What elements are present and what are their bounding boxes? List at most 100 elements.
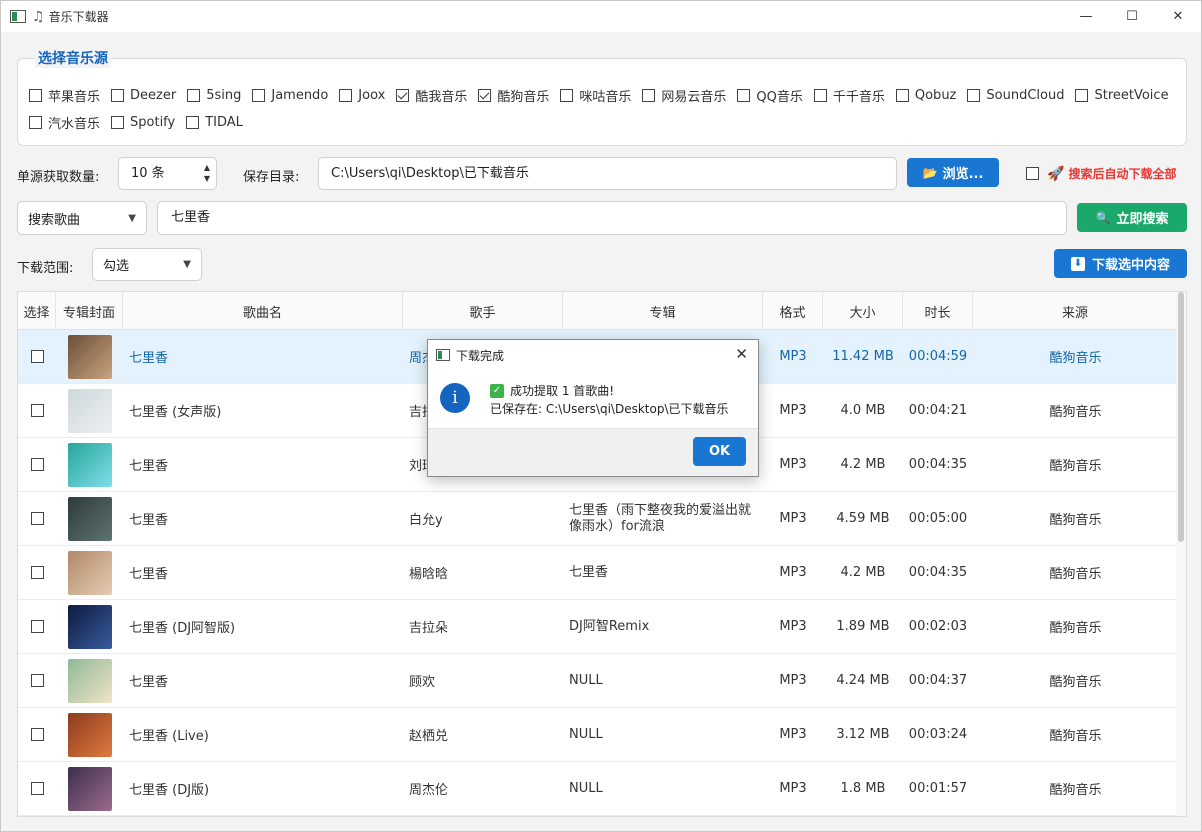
close-button[interactable]: ✕ [1155, 1, 1201, 32]
table-row[interactable]: 七里香 楊晗晗 七里香 MP3 4.2 MB 00:04:35 酷狗音乐 [18, 546, 1178, 600]
row-checkbox[interactable] [30, 512, 44, 525]
search-button[interactable]: 🔍 立即搜索 [1077, 203, 1187, 232]
count-spinbox[interactable]: 10 条 ▲ ▼ [118, 157, 217, 190]
source-option[interactable]: Jamendo [252, 88, 328, 103]
row-select-cell [18, 762, 56, 816]
search-type-select[interactable]: 搜索歌曲 ▼ [17, 201, 147, 235]
col-album-header[interactable]: 专辑 [563, 292, 763, 330]
source-row-2: 汽水音乐 Spotify TIDAL [29, 113, 254, 132]
source-name: 酷狗音乐 [1049, 351, 1102, 366]
row-checkbox[interactable] [30, 728, 44, 741]
range-select[interactable]: 勾选 ▼ [92, 248, 202, 281]
source-checkbox[interactable] [967, 89, 981, 102]
file-size: 4.59 MB [836, 511, 890, 526]
col-size-header[interactable]: 大小 [823, 292, 903, 330]
save-dir-input[interactable]: C:\Users\qi\Desktop\已下载音乐 [318, 157, 897, 190]
source-option[interactable]: Joox [339, 88, 385, 103]
row-checkbox[interactable] [30, 404, 44, 417]
row-select-cell [18, 708, 56, 762]
file-format: MP3 [779, 565, 807, 580]
table-row[interactable]: 七里香 (DJ版) 周杰伦 NULL MP3 1.8 MB 00:01:57 酷狗音乐 [18, 762, 1178, 816]
source-option[interactable]: Qobuz [895, 88, 956, 103]
row-cover-cell [56, 762, 123, 816]
row-checkbox[interactable] [30, 458, 44, 471]
col-title-header[interactable]: 歌曲名 [123, 292, 403, 330]
file-format: MP3 [779, 781, 807, 796]
dialog-title: 下载完成 [456, 348, 505, 363]
file-size: 1.89 MB [836, 619, 890, 634]
source-checkbox[interactable] [895, 89, 909, 102]
source-checkbox[interactable] [642, 89, 656, 102]
source-checkbox[interactable] [186, 116, 200, 129]
source-option[interactable]: Spotify [111, 115, 175, 130]
download-selected-button[interactable]: ⬇ 下载选中内容 [1054, 249, 1187, 278]
source-checkbox[interactable] [29, 89, 42, 102]
source-checkbox[interactable] [252, 89, 266, 102]
col-artist-header[interactable]: 歌手 [403, 292, 563, 330]
source-option[interactable]: StreetVoice [1075, 88, 1169, 103]
source-checkbox[interactable] [111, 89, 125, 102]
source-name: 酷狗音乐 [1049, 405, 1102, 420]
source-option[interactable]: SoundCloud [967, 88, 1064, 103]
source-checkbox[interactable] [111, 116, 125, 129]
table-row[interactable]: 七里香 顾欢 NULL MP3 4.24 MB 00:04:37 酷狗音乐 [18, 654, 1178, 708]
source-label: QQ音乐 [756, 90, 803, 105]
source-option[interactable]: QQ音乐 [737, 86, 803, 105]
source-checkbox[interactable] [478, 89, 492, 102]
col-duration-header[interactable]: 时长 [903, 292, 973, 330]
scrollbar-thumb[interactable] [1178, 292, 1184, 542]
source-checkbox[interactable] [29, 116, 42, 129]
minimize-button[interactable]: — [1063, 1, 1109, 32]
row-checkbox[interactable] [30, 620, 44, 633]
browse-button[interactable]: 📂 浏览... [907, 158, 999, 187]
table-row[interactable]: 七里香 (DJ阿智版) 吉拉朵 DJ阿智Remix MP3 1.89 MB 00:02:0… [18, 600, 1178, 654]
source-option[interactable]: TIDAL [186, 115, 243, 130]
source-name: 酷狗音乐 [1049, 459, 1102, 474]
spin-arrows-icon[interactable]: ▲ ▼ [204, 162, 210, 184]
source-label: Jamendo [271, 88, 329, 103]
col-source-header[interactable]: 来源 [973, 292, 1178, 330]
source-option[interactable]: 咪咕音乐 [560, 86, 631, 105]
maximize-button[interactable]: ☐ [1109, 1, 1155, 32]
album-name: 七里香 [569, 564, 609, 580]
download-button-label: 下载选中内容 [1091, 258, 1170, 273]
table-row[interactable]: 七里香 (Live) 赵栖兑 NULL MP3 3.12 MB 00:03:24 酷狗音乐 [18, 708, 1178, 762]
source-checkbox[interactable] [1075, 89, 1089, 102]
search-input[interactable]: 七里香 [157, 201, 1067, 235]
source-option[interactable]: 酷我音乐 [396, 86, 467, 105]
ok-button[interactable]: OK [693, 437, 746, 466]
range-label: 下载范围: [17, 261, 74, 276]
source-option[interactable]: 苹果音乐 [29, 86, 100, 105]
row-cover-cell [56, 600, 123, 654]
row-select-cell [18, 330, 56, 384]
source-option[interactable]: Deezer [111, 88, 176, 103]
source-option[interactable]: 网易云音乐 [642, 86, 726, 105]
auto-download-label: 搜索后自动下载全部 [1068, 167, 1177, 181]
download-icon: ⬇ [1070, 256, 1085, 271]
search-icon: 🔍 [1095, 210, 1111, 225]
col-format-header[interactable]: 格式 [763, 292, 823, 330]
col-cover-header[interactable]: 专辑封面 [56, 292, 123, 330]
row-checkbox[interactable] [30, 782, 44, 795]
auto-download-checkbox[interactable] [1026, 167, 1039, 180]
source-option[interactable]: 5sing [187, 88, 241, 103]
source-option[interactable]: 汽水音乐 [29, 113, 100, 132]
row-checkbox[interactable] [30, 350, 44, 363]
source-label: TIDAL [205, 115, 243, 130]
source-checkbox[interactable] [339, 89, 353, 102]
source-option[interactable]: 千千音乐 [813, 86, 885, 105]
auto-download-toggle[interactable]: 🚀 搜索后自动下载全部 [1026, 165, 1176, 182]
dialog-close-icon[interactable]: ✕ [735, 345, 748, 363]
source-option[interactable]: 酷狗音乐 [478, 86, 549, 105]
col-select-header[interactable]: 选择 [18, 292, 56, 330]
scroll-track[interactable] [1176, 292, 1186, 816]
source-checkbox[interactable] [560, 89, 574, 102]
file-size: 1.8 MB [840, 781, 886, 796]
source-checkbox[interactable] [813, 89, 827, 102]
table-row[interactable]: 七里香 白允y 七里香（雨下整夜我的爱溢出就像雨水）for流浪 MP3 4.59 MB 0… [18, 492, 1178, 546]
row-checkbox[interactable] [30, 566, 44, 579]
row-checkbox[interactable] [30, 674, 44, 687]
source-checkbox[interactable] [187, 89, 201, 102]
source-checkbox[interactable] [396, 89, 410, 102]
source-checkbox[interactable] [737, 89, 751, 102]
